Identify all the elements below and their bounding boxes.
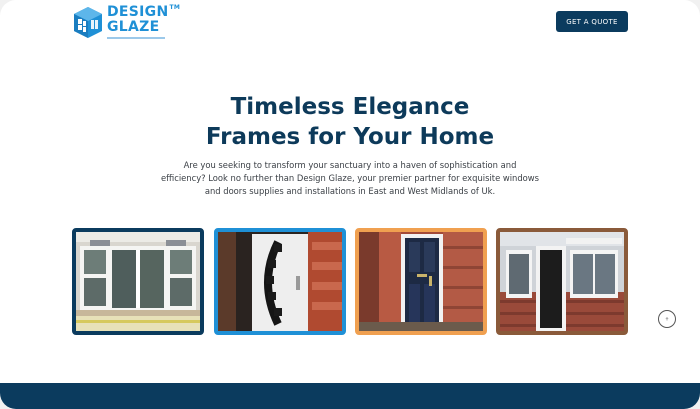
window-cube-logo-icon [74,6,102,38]
scroll-to-top-button[interactable] [658,310,676,328]
gallery-image-curved-glass-door[interactable] [214,228,346,335]
hero-description-line: efficiency? Look no further than Design … [160,173,540,183]
hero-title-line: Timeless Elegance [230,94,470,120]
hero-description-line: and doors supplies and installations in … [204,186,496,196]
page-card: DESIGNTM GLAZE GET A QUOTE Timeless Eleg… [0,0,700,409]
brand-line1: DESIGNTM [107,4,181,20]
gallery-image-navy-door[interactable] [355,228,487,335]
brand-logo[interactable]: DESIGNTM GLAZE [73,5,180,39]
gallery-image-french-doors[interactable] [72,228,204,335]
brand-line2: GLAZE [107,19,160,35]
hero-description-line: Are you seeking to transform your sanctu… [183,160,517,170]
arrow-up-icon [665,317,669,321]
windows-porch-photo [500,232,624,331]
brand-wordmark: DESIGNTM GLAZE [107,5,180,39]
brand-tagline-bar [107,37,165,39]
hero-title-line: Frames for Your Home [205,124,495,150]
gallery-image-windows-porch[interactable] [496,228,628,335]
curved-glass-door-photo [218,232,342,331]
hero-title: Timeless Elegance Frames for Your Home [150,92,550,152]
french-doors-photo [76,232,200,331]
hero-description: Are you seeking to transform your sanctu… [150,159,550,198]
navy-door-photo [359,232,483,331]
footer-band [0,383,700,409]
get-a-quote-button[interactable]: GET A QUOTE [556,11,628,32]
brand-trademark: TM [169,4,181,11]
